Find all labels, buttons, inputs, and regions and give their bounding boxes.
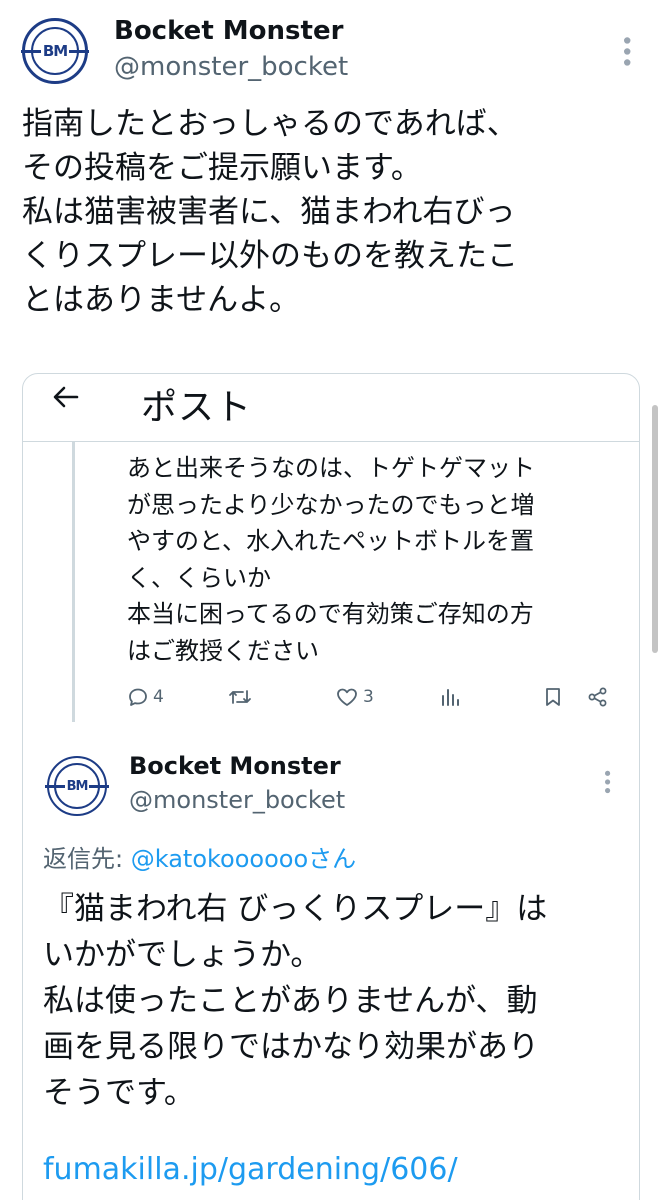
parent-line: 本当に困ってるので有効策ご存知の方: [127, 600, 534, 629]
replying-to: 返信先: @katokooooooさん: [43, 839, 356, 874]
share-icon: [588, 687, 607, 707]
heart-icon: [337, 688, 357, 706]
avatar-text: BM: [40, 42, 70, 60]
reply-text: 『猫まわれ右 びっくりスプレー』は いかがでしょうか。 私は使ったことがありませ…: [43, 886, 623, 1116]
avatar-text: BM: [64, 778, 90, 794]
author-name[interactable]: Bocket Monster: [114, 16, 343, 46]
retweet-icon: [229, 690, 251, 704]
reply-icon: [129, 688, 147, 706]
bookmark-button[interactable]: [543, 686, 563, 708]
parent-post-text: あと出来そうなのは、トゲトゲマット が思ったより少なかったのでもっと増 やすのと…: [127, 450, 627, 670]
bookmark-icon: [546, 688, 560, 706]
reply-count: 4: [153, 687, 164, 707]
analytics-button[interactable]: [439, 686, 461, 708]
post-line: とはありませんよ。: [22, 282, 301, 318]
post-line: くりスプレー以外のものを教えたこ: [22, 238, 518, 274]
author-handle[interactable]: @monster_bocket: [114, 52, 348, 82]
more-options-icon[interactable]: •••: [613, 34, 638, 67]
parent-line: はご教授ください: [127, 636, 319, 665]
mention-link[interactable]: @katokoooooo: [131, 845, 308, 873]
scrollbar[interactable]: [652, 405, 658, 653]
reply-line: 『猫まわれ右 びっくりスプレー』は: [43, 891, 548, 927]
action-bar: 4 3: [127, 686, 617, 722]
reply-button[interactable]: 4: [127, 686, 164, 708]
share-button[interactable]: [587, 686, 609, 708]
post-line: 私は猫害被害者に、猫まわれ右びっ: [22, 194, 516, 230]
replying-prefix: 返信先:: [43, 845, 131, 873]
post-line: 指南したとおっしゃるのであれば、: [22, 106, 518, 142]
thread-line: [72, 442, 75, 722]
parent-line: あと出来そうなのは、トゲトゲマット: [127, 454, 535, 482]
nav-title: ポスト: [141, 387, 253, 428]
reply-line: 私は使ったことがありませんが、動: [43, 983, 538, 1019]
parent-line: が思ったより少なかったのでもっと増: [127, 490, 535, 519]
reply-avatar[interactable]: BM: [45, 756, 109, 816]
avatar[interactable]: BM: [21, 18, 89, 84]
reply-line: 画を見る限りではかなり効果があり: [43, 1029, 539, 1065]
reply-author-name[interactable]: Bocket Monster: [129, 752, 341, 780]
like-button[interactable]: 3: [335, 686, 374, 708]
post-text: 指南したとおっしゃるのであれば、 その投稿をご提示願います。 私は猫害被害者に、…: [22, 102, 642, 322]
external-link[interactable]: fumakilla.jp/gardening/606/: [43, 1152, 458, 1187]
reply-author-handle[interactable]: @monster_bocket: [129, 786, 345, 814]
embedded-screenshot[interactable]: ポスト あと出来そうなのは、トゲトゲマット が思ったより少なかったのでもっと増 …: [22, 373, 640, 1200]
retweet-button[interactable]: [227, 686, 257, 708]
post-line: その投稿をご提示願います。: [22, 150, 422, 186]
back-arrow-icon[interactable]: [51, 382, 81, 420]
reply-line: いかがでしょうか。: [43, 937, 322, 973]
more-options-icon[interactable]: •••: [596, 768, 617, 794]
analytics-icon: [442, 689, 459, 706]
like-count: 3: [363, 687, 374, 707]
post-header: BM Bocket Monster @monster_bocket •••: [0, 0, 660, 100]
mention-suffix: さん: [308, 845, 357, 873]
post-nav-bar: ポスト: [23, 374, 639, 442]
parent-line: く、くらいか: [127, 563, 271, 592]
reply-line: そうです。: [43, 1075, 195, 1111]
parent-line: やすのと、水入れたペットボトルを置: [127, 527, 535, 556]
